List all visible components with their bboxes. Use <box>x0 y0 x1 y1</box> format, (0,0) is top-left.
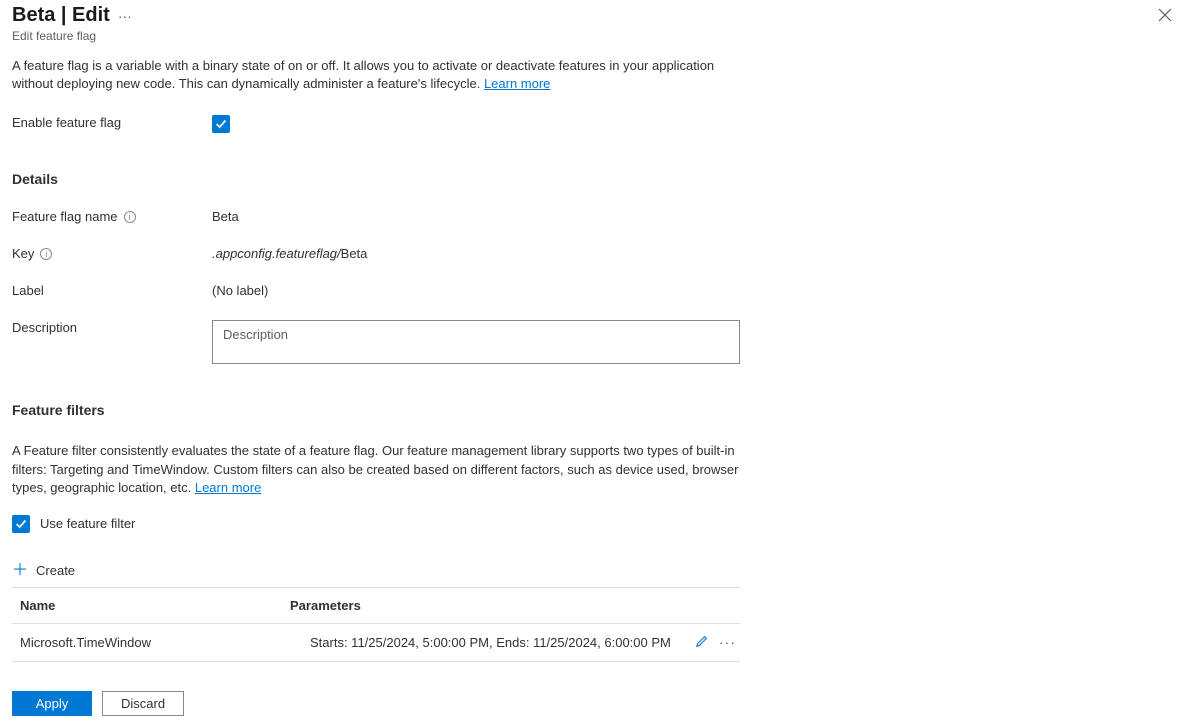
label-value: (No label) <box>212 283 268 298</box>
page-subtitle: Edit feature flag <box>12 29 132 43</box>
header-more-icon[interactable]: ··· <box>118 9 132 23</box>
footer-actions: Apply Discard <box>12 691 184 716</box>
filters-learn-more-link[interactable]: Learn more <box>195 480 261 495</box>
filter-row-name: Microsoft.TimeWindow <box>20 635 290 650</box>
close-icon[interactable] <box>1150 4 1180 31</box>
apply-button[interactable]: Apply <box>12 691 92 716</box>
learn-more-link[interactable]: Learn more <box>484 76 550 91</box>
filters-table: Name Parameters Microsoft.TimeWindow Sta… <box>12 587 740 662</box>
key-value: .appconfig.featureflag/Beta <box>212 246 367 261</box>
info-icon[interactable]: i <box>124 211 136 223</box>
check-icon <box>214 117 228 131</box>
row-more-icon[interactable]: ··· <box>719 634 736 650</box>
enable-feature-label: Enable feature flag <box>12 115 212 130</box>
description-label: Description <box>12 320 212 335</box>
use-feature-filter-label: Use feature filter <box>40 516 135 531</box>
details-heading: Details <box>12 171 1180 187</box>
page-title: Beta | Edit <box>12 4 110 27</box>
description-input[interactable] <box>212 320 740 364</box>
intro-text: A feature flag is a variable with a bina… <box>12 57 752 93</box>
col-header-params: Parameters <box>290 598 740 613</box>
info-icon[interactable]: i <box>40 248 52 260</box>
key-label: Key i <box>12 246 212 261</box>
col-header-name: Name <box>20 598 290 613</box>
enable-feature-checkbox[interactable] <box>212 115 230 133</box>
create-filter-button[interactable]: ＋ Create <box>12 563 1180 579</box>
plus-icon: ＋ <box>12 563 28 579</box>
discard-button[interactable]: Discard <box>102 691 184 716</box>
feature-name-label: Feature flag name i <box>12 209 212 224</box>
use-feature-filter-row: Use feature filter <box>12 515 1180 533</box>
enable-feature-row: Enable feature flag <box>12 115 1180 133</box>
table-row: Microsoft.TimeWindow Starts: 11/25/2024,… <box>12 624 740 662</box>
filters-heading: Feature filters <box>12 402 1180 418</box>
feature-name-value: Beta <box>212 209 239 224</box>
label-label: Label <box>12 283 212 298</box>
check-icon <box>14 517 28 531</box>
filter-row-params: Starts: 11/25/2024, 5:00:00 PM, Ends: 11… <box>290 635 695 650</box>
edit-icon[interactable] <box>695 634 709 651</box>
filters-intro: A Feature filter consistently evaluates … <box>12 442 752 497</box>
use-feature-filter-checkbox[interactable] <box>12 515 30 533</box>
